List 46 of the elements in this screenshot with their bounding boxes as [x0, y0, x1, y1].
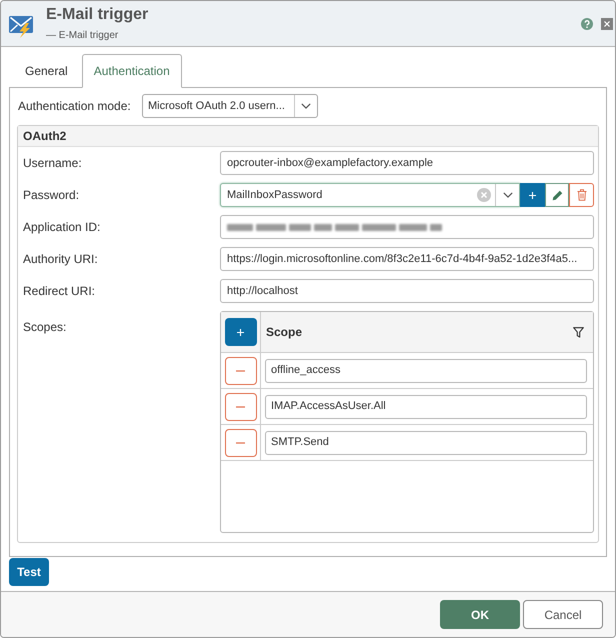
help-icon[interactable] [581, 18, 593, 30]
minus-icon [236, 442, 245, 444]
add-button[interactable] [224, 318, 256, 346]
field-label: Scopes: [23, 319, 68, 336]
text-field[interactable]: https://login.microsoftonline.com/8f3c2e11-6c7d-4b4f-9a52-1d2e3f4a5... [220, 247, 594, 271]
field-label: Password: [23, 187, 80, 204]
combo-field[interactable]: MailInboxPassword [220, 183, 520, 207]
edit-button[interactable] [545, 183, 569, 207]
section-header: OAuth2 [18, 126, 598, 147]
tab[interactable]: Authentication [82, 54, 182, 88]
cancel-button[interactable]: Cancel [523, 600, 603, 629]
close-icon[interactable] [601, 18, 613, 30]
trash-icon [576, 189, 586, 201]
field-label: Redirect URI: [23, 283, 96, 300]
window-title: E-Mail trigger [46, 5, 150, 25]
remove-button[interactable] [224, 356, 256, 384]
remove-button[interactable] [224, 392, 256, 420]
filter-icon[interactable] [573, 326, 584, 338]
chevron-down-icon [301, 103, 311, 109]
field-label: Authentication mode: [17, 98, 132, 115]
text-field[interactable]: IMAP.AccessAsUser.All [265, 394, 587, 418]
window-subtitle: — E-Mail trigger [46, 29, 120, 42]
envelope-lightning-icon [9, 14, 35, 38]
field-label: Authority URI: [23, 251, 99, 268]
text-field[interactable]: http://localhost [220, 279, 594, 303]
text-field[interactable] [220, 215, 594, 239]
remove-button[interactable] [224, 428, 256, 456]
minus-icon [236, 370, 245, 372]
text-field[interactable]: opcrouter-inbox@examplefactory.example [220, 151, 594, 175]
clear-icon[interactable] [477, 188, 491, 202]
tab[interactable]: General [11, 54, 82, 88]
plus-icon [529, 192, 536, 198]
chevron-down-icon[interactable] [502, 192, 512, 198]
test-button[interactable]: Test [9, 558, 49, 586]
field-label: Application ID: [23, 219, 102, 236]
column-header: Scope [266, 324, 304, 341]
pencil-icon [552, 190, 562, 200]
plus-icon [237, 328, 244, 336]
dropdown[interactable]: Microsoft OAuth 2.0 usern... [142, 94, 318, 118]
text-field[interactable]: SMTP.Send [265, 430, 587, 454]
field-label: Username: [23, 155, 83, 172]
ok-button[interactable]: OK [440, 600, 520, 629]
text-field[interactable]: offline_access [265, 358, 587, 382]
minus-icon [236, 406, 245, 408]
add-button[interactable] [520, 183, 545, 207]
delete-button[interactable] [569, 183, 594, 207]
